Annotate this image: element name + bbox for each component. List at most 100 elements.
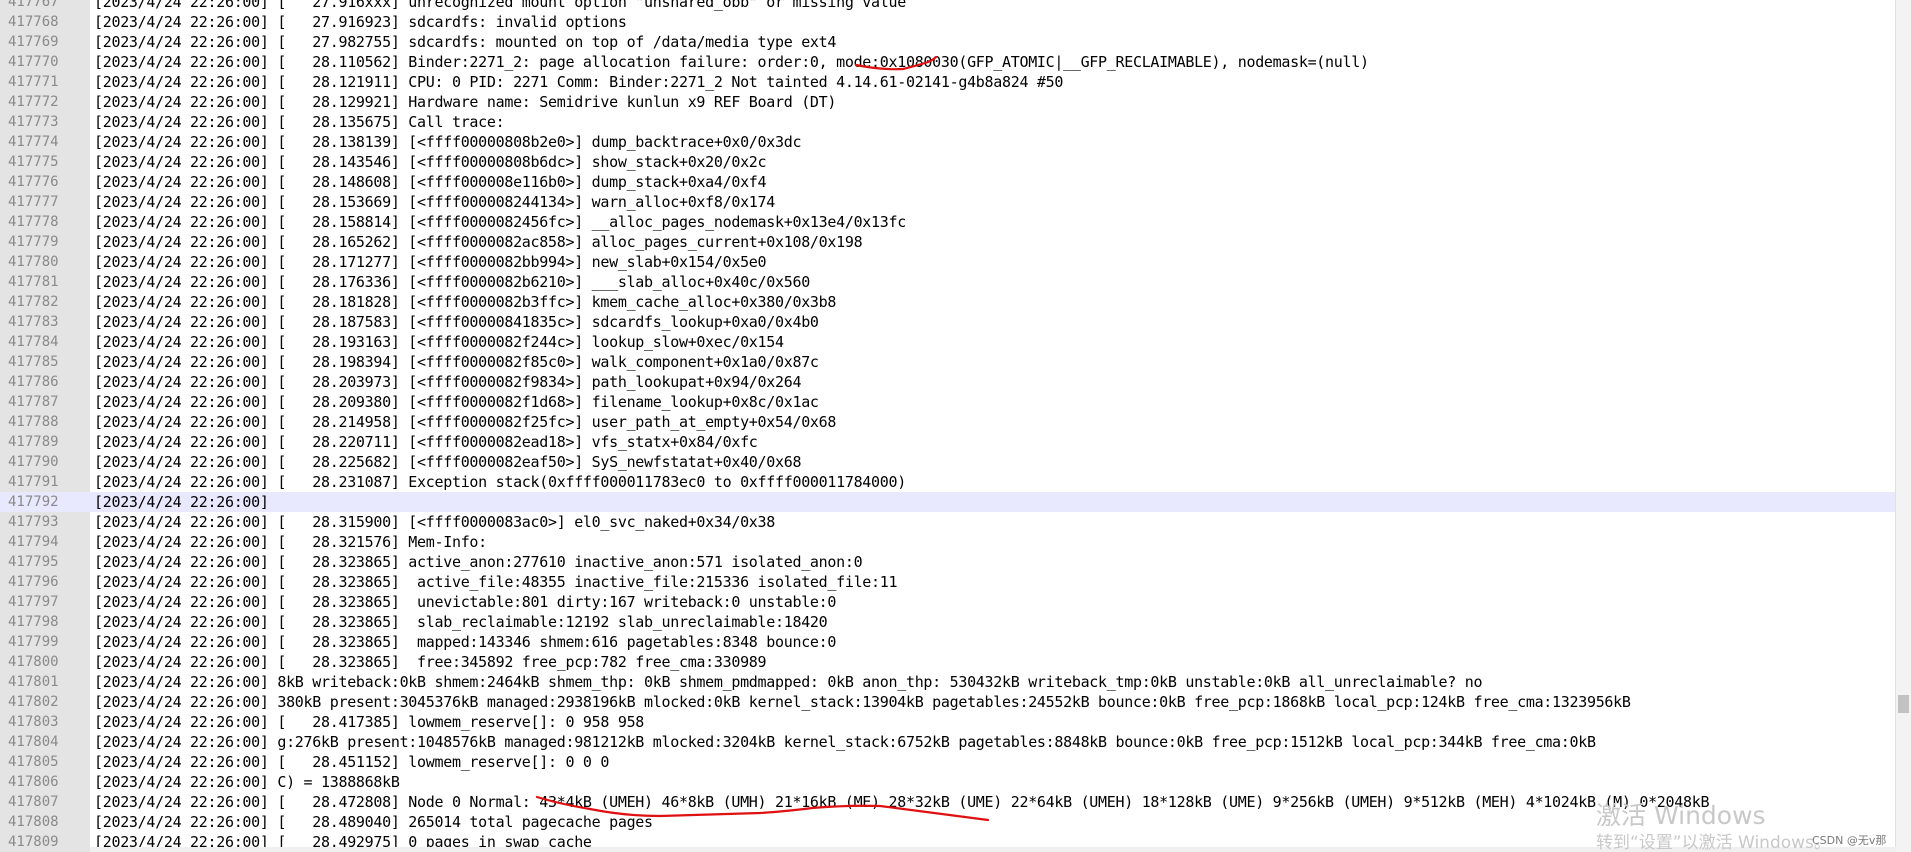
log-line[interactable]: 417786 [2023/4/24 22:26:00] [ 28.203973] …: [0, 372, 1896, 392]
line-number: 417776: [8, 174, 59, 190]
line-number: 417799: [8, 634, 59, 650]
log-line-text[interactable]: [2023/4/24 22:26:00] [ 28.148608] [<ffff…: [94, 172, 767, 192]
log-line[interactable]: 417777 [2023/4/24 22:26:00] [ 28.153669] …: [0, 192, 1896, 212]
log-line-text[interactable]: [2023/4/24 22:26:00] 380kB present:30453…: [94, 692, 1631, 712]
log-line-text[interactable]: [2023/4/24 22:26:00] 8kB writeback:0kB s…: [94, 672, 1483, 692]
log-line-text[interactable]: [2023/4/24 22:26:00] [ 28.220711] [<ffff…: [94, 432, 758, 452]
log-line-text[interactable]: [2023/4/24 22:26:00] [ 28.176336] [<ffff…: [94, 272, 810, 292]
log-line-text[interactable]: [2023/4/24 22:26:00] [ 28.187583] [<ffff…: [94, 312, 819, 332]
log-line-text[interactable]: [2023/4/24 22:26:00] [ 28.110562] Binder…: [94, 52, 1369, 72]
log-line-text[interactable]: [2023/4/24 22:26:00] [ 28.323865] active…: [94, 552, 863, 572]
vertical-scrollbar[interactable]: [1895, 0, 1911, 852]
log-line-text[interactable]: [2023/4/24 22:26:00] [ 28.135675] Call t…: [94, 112, 505, 132]
log-line[interactable]: 417802 [2023/4/24 22:26:00] 380kB present…: [0, 692, 1896, 712]
log-line[interactable]: 417795 [2023/4/24 22:26:00] [ 28.323865] …: [0, 552, 1896, 572]
log-line-text[interactable]: [2023/4/24 22:26:00] [ 28.209380] [<ffff…: [94, 392, 819, 412]
log-line-text[interactable]: [2023/4/24 22:26:00] [ 28.323865] mapped…: [94, 632, 836, 652]
line-number: 417780: [8, 254, 59, 270]
log-line-text[interactable]: [2023/4/24 22:26:00] [ 28.323865] unevic…: [94, 592, 836, 612]
line-number: 417807: [8, 794, 59, 810]
log-line[interactable]: 417778 [2023/4/24 22:26:00] [ 28.158814] …: [0, 212, 1896, 232]
log-line[interactable]: 417806 [2023/4/24 22:26:00] C) = 1388868k…: [0, 772, 1896, 792]
log-line-text[interactable]: [2023/4/24 22:26:00] [ 28.417385] lowmem…: [94, 712, 644, 732]
log-line[interactable]: 417785 [2023/4/24 22:26:00] [ 28.198394] …: [0, 352, 1896, 372]
log-line[interactable]: 417780 [2023/4/24 22:26:00] [ 28.171277] …: [0, 252, 1896, 272]
log-line[interactable]: 417791 [2023/4/24 22:26:00] [ 28.231087] …: [0, 472, 1896, 492]
vertical-scrollbar-thumb[interactable]: [1898, 695, 1909, 713]
log-line[interactable]: 417782 [2023/4/24 22:26:00] [ 28.181828] …: [0, 292, 1896, 312]
line-number: 417800: [8, 654, 59, 670]
log-line[interactable]: 417773 [2023/4/24 22:26:00] [ 28.135675] …: [0, 112, 1896, 132]
log-line-text[interactable]: [2023/4/24 22:26:00] g:276kB present:104…: [94, 732, 1596, 752]
log-line-text[interactable]: [2023/4/24 22:26:00] [ 27.982755] sdcard…: [94, 32, 836, 52]
line-number: 417789: [8, 434, 59, 450]
log-line[interactable]: 417793 [2023/4/24 22:26:00] [ 28.315900] …: [0, 512, 1896, 532]
log-line-text[interactable]: [2023/4/24 22:26:00] [ 28.171277] [<ffff…: [94, 252, 767, 272]
line-number: 417801: [8, 674, 59, 690]
line-number: 417779: [8, 234, 59, 250]
current-log-line[interactable]: 417792 [2023/4/24 22:26:00]: [0, 492, 1896, 512]
log-line-text[interactable]: [2023/4/24 22:26:00] [ 28.323865] slab_r…: [94, 612, 828, 632]
log-line[interactable]: 417768 [2023/4/24 22:26:00] [ 27.916923] …: [0, 12, 1896, 32]
log-line[interactable]: 417803 [2023/4/24 22:26:00] [ 28.417385] …: [0, 712, 1896, 732]
log-line-text[interactable]: [2023/4/24 22:26:00] C) = 1388868kB: [94, 772, 400, 792]
log-line[interactable]: 417799 [2023/4/24 22:26:00] [ 28.323865] …: [0, 632, 1896, 652]
log-line[interactable]: 417800 [2023/4/24 22:26:00] [ 28.323865] …: [0, 652, 1896, 672]
log-line-text[interactable]: [2023/4/24 22:26:00] [ 28.451152] lowmem…: [94, 752, 609, 772]
log-line-text[interactable]: [2023/4/24 22:26:00] [ 28.181828] [<ffff…: [94, 292, 836, 312]
log-line-text[interactable]: [2023/4/24 22:26:00] [ 28.315900] [<ffff…: [94, 512, 775, 532]
log-line[interactable]: 417788 [2023/4/24 22:26:00] [ 28.214958] …: [0, 412, 1896, 432]
log-lines[interactable]: 417767 [2023/4/24 22:26:00] [ 27.916xxx] …: [0, 0, 1896, 852]
log-line[interactable]: 417789 [2023/4/24 22:26:00] [ 28.220711] …: [0, 432, 1896, 452]
log-line[interactable]: 417787 [2023/4/24 22:26:00] [ 28.209380] …: [0, 392, 1896, 412]
log-line[interactable]: 417798 [2023/4/24 22:26:00] [ 28.323865] …: [0, 612, 1896, 632]
log-line[interactable]: 417783 [2023/4/24 22:26:00] [ 28.187583] …: [0, 312, 1896, 332]
log-line[interactable]: 417796 [2023/4/24 22:26:00] [ 28.323865] …: [0, 572, 1896, 592]
log-line-text[interactable]: [2023/4/24 22:26:00] [ 28.165262] [<ffff…: [94, 232, 863, 252]
log-line[interactable]: 417776 [2023/4/24 22:26:00] [ 28.148608] …: [0, 172, 1896, 192]
log-line-text[interactable]: [2023/4/24 22:26:00] [ 28.321576] Mem-In…: [94, 532, 487, 552]
log-line[interactable]: 417805 [2023/4/24 22:26:00] [ 28.451152] …: [0, 752, 1896, 772]
log-line-text[interactable]: [2023/4/24 22:26:00] [ 28.323865] active…: [94, 572, 898, 592]
log-line[interactable]: 417771 [2023/4/24 22:26:00] [ 28.121911] …: [0, 72, 1896, 92]
log-line[interactable]: 417779 [2023/4/24 22:26:00] [ 28.165262] …: [0, 232, 1896, 252]
log-line-text[interactable]: [2023/4/24 22:26:00] [ 28.214958] [<ffff…: [94, 412, 836, 432]
line-number: 417791: [8, 474, 59, 490]
log-line-text[interactable]: [2023/4/24 22:26:00] [ 28.193163] [<ffff…: [94, 332, 784, 352]
log-line-text[interactable]: [2023/4/24 22:26:00] [ 28.225682] [<ffff…: [94, 452, 802, 472]
log-line-text[interactable]: [2023/4/24 22:26:00] [ 28.153669] [<ffff…: [94, 192, 775, 212]
log-line[interactable]: 417794 [2023/4/24 22:26:00] [ 28.321576] …: [0, 532, 1896, 552]
log-line[interactable]: 417775 [2023/4/24 22:26:00] [ 28.143546] …: [0, 152, 1896, 172]
log-line-text[interactable]: [2023/4/24 22:26:00] [ 28.129921] Hardwa…: [94, 92, 836, 112]
log-line-text[interactable]: [2023/4/24 22:26:00] [ 28.489040] 265014…: [94, 812, 653, 832]
log-line-text[interactable]: [2023/4/24 22:26:00] [ 28.198394] [<ffff…: [94, 352, 819, 372]
log-line-text[interactable]: [2023/4/24 22:26:00] [ 27.916xxx] unreco…: [94, 0, 906, 12]
log-line-text[interactable]: [2023/4/24 22:26:00] [ 28.472808] Node 0…: [94, 792, 1710, 812]
log-line-text[interactable]: [2023/4/24 22:26:00]: [94, 492, 269, 512]
log-line[interactable]: 417781 [2023/4/24 22:26:00] [ 28.176336] …: [0, 272, 1896, 292]
log-line[interactable]: 417797 [2023/4/24 22:26:00] [ 28.323865] …: [0, 592, 1896, 612]
log-line-text[interactable]: [2023/4/24 22:26:00] [ 28.323865] free:3…: [94, 652, 767, 672]
log-line-text[interactable]: [2023/4/24 22:26:00] [ 27.916923] sdcard…: [94, 12, 627, 32]
log-editor[interactable]: 417767 [2023/4/24 22:26:00] [ 27.916xxx] …: [0, 0, 1911, 852]
log-line[interactable]: 417801 [2023/4/24 22:26:00] 8kB writeback…: [0, 672, 1896, 692]
log-line-text[interactable]: [2023/4/24 22:26:00] [ 28.231087] Except…: [94, 472, 906, 492]
log-line[interactable]: 417767 [2023/4/24 22:26:00] [ 27.916xxx] …: [0, 0, 1896, 12]
log-line[interactable]: 417772 [2023/4/24 22:26:00] [ 28.129921] …: [0, 92, 1896, 112]
log-line[interactable]: 417784 [2023/4/24 22:26:00] [ 28.193163] …: [0, 332, 1896, 352]
log-line[interactable]: 417790 [2023/4/24 22:26:00] [ 28.225682] …: [0, 452, 1896, 472]
log-line-text[interactable]: [2023/4/24 22:26:00] [ 28.138139] [<ffff…: [94, 132, 802, 152]
line-number: 417788: [8, 414, 59, 430]
log-line-text[interactable]: [2023/4/24 22:26:00] [ 28.158814] [<ffff…: [94, 212, 906, 232]
log-line[interactable]: 417770 [2023/4/24 22:26:00] [ 28.110562] …: [0, 52, 1896, 72]
line-number: 417787: [8, 394, 59, 410]
line-number: 417767: [8, 0, 59, 10]
log-line-text[interactable]: [2023/4/24 22:26:00] [ 28.143546] [<ffff…: [94, 152, 767, 172]
log-line[interactable]: 417774 [2023/4/24 22:26:00] [ 28.138139] …: [0, 132, 1896, 152]
log-line[interactable]: 417804 [2023/4/24 22:26:00] g:276kB prese…: [0, 732, 1896, 752]
log-line[interactable]: 417769 [2023/4/24 22:26:00] [ 27.982755] …: [0, 32, 1896, 52]
line-number: 417777: [8, 194, 59, 210]
line-number: 417774: [8, 134, 59, 150]
log-line-text[interactable]: [2023/4/24 22:26:00] [ 28.203973] [<ffff…: [94, 372, 802, 392]
log-line-text[interactable]: [2023/4/24 22:26:00] [ 28.121911] CPU: 0…: [94, 72, 1063, 92]
